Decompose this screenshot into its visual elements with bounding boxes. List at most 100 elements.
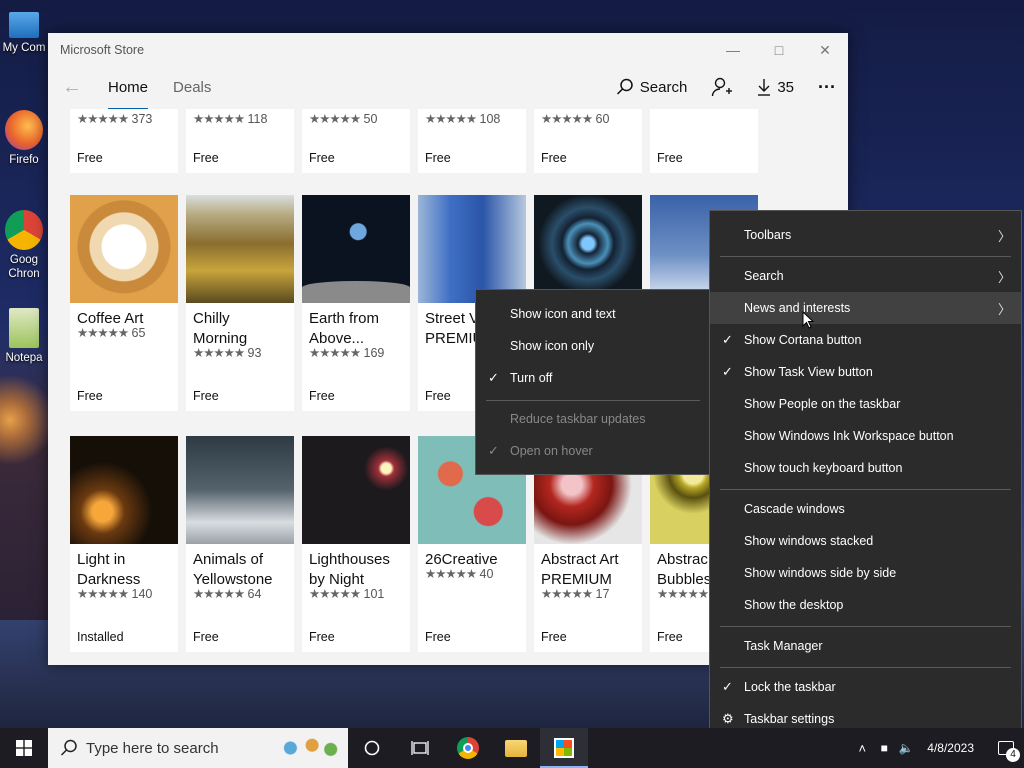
menu-item-toolbars[interactable]: Toolbars 〉 [710,219,1021,251]
app-price: Free [657,630,683,644]
checkmark-icon: ✓ [722,364,733,379]
task-view-icon [411,741,429,755]
chrome-icon [457,737,479,759]
menu-item-turn-off[interactable]: ✓ Turn off [476,362,710,394]
taskbar-file-explorer[interactable] [492,728,540,768]
app-card-coffee-art[interactable]: Coffee Art ★★★★★ 65 Free [70,195,178,411]
star-rating-icon: ★★★★★ [309,112,361,126]
menu-item-label: Search [744,269,784,283]
app-rating: ★★★★★ 93 [186,343,294,360]
menu-item-show-people[interactable]: Show People on the taskbar [710,388,1021,420]
network-icon[interactable]: ■ [873,741,895,755]
tab-home[interactable]: Home [108,71,149,110]
menu-separator [720,626,1011,627]
menu-item-label: Reduce taskbar updates [510,412,646,426]
menu-item-cascade-windows[interactable]: Cascade windows [710,493,1021,525]
app-card-light-in-darkness[interactable]: Light in Darkness ★★★★★ 140 Installed [70,436,178,652]
menu-item-show-icon-only[interactable]: Show icon only [476,330,710,362]
start-button[interactable] [0,728,48,768]
taskbar-date[interactable]: 4/8/2023 [917,741,988,755]
menu-item-show-cortana-button[interactable]: ✓ Show Cortana button [710,324,1021,356]
app-card[interactable]: ★★★★★ 118 Free [186,109,294,173]
app-card[interactable]: ★★★★★ 60 Free [534,109,642,173]
chevron-right-icon: 〉 [997,301,1011,317]
menu-item-label: Show touch keyboard button [744,461,903,475]
star-rating-icon: ★★★★★ [425,112,477,126]
menu-item-show-the-desktop[interactable]: Show the desktop [710,589,1021,621]
chevron-right-icon: 〉 [997,269,1011,285]
menu-item-label: Open on hover [510,444,593,458]
desktop-icon-notepad[interactable]: Notepa [0,308,48,365]
menu-item-label: News and interests [744,301,851,315]
menu-item-label: Taskbar settings [744,712,835,726]
app-card[interactable]: ★★★★★ 108 Free [418,109,526,173]
desktop-icon-chrome[interactable]: Goog Chron [0,210,48,281]
menu-item-show-task-view-button[interactable]: ✓ Show Task View button [710,356,1021,388]
app-rating: ★★★★★ 40 [418,564,526,581]
star-rating-icon: ★★★★★ [541,587,593,601]
star-rating-icon: ★★★★★ [193,346,245,360]
menu-item-lock-the-taskbar[interactable]: ✓ Lock the taskbar [710,671,1021,703]
more-options-button[interactable]: ··· [818,77,836,98]
menu-item-show-touch-keyboard[interactable]: Show touch keyboard button [710,452,1021,484]
maximize-button[interactable]: □ [756,33,802,67]
add-user-icon [712,77,733,97]
star-rating-icon: ★★★★★ [309,587,361,601]
menu-item-label: Show icon only [510,339,595,353]
menu-item-show-windows-stacked[interactable]: Show windows stacked [710,525,1021,557]
rating-count: 40 [479,567,494,581]
app-card[interactable]: ★★★★★ 373 Free [70,109,178,173]
menu-separator [720,489,1011,490]
back-arrow-icon[interactable]: ← [62,76,86,99]
menu-item-label: Show People on the taskbar [744,397,901,411]
account-button[interactable] [711,77,733,97]
menu-item-news-and-interests[interactable]: News and interests 〉 [710,292,1021,324]
folder-icon [505,739,527,757]
menu-item-show-windows-ink[interactable]: Show Windows Ink Workspace button [710,420,1021,452]
app-price: Free [309,389,335,403]
app-price: Free [541,151,567,165]
search-button[interactable]: Search [616,78,687,96]
minimize-button[interactable]: — [710,33,756,67]
menu-item-task-manager[interactable]: Task Manager [710,630,1021,662]
star-rating-icon: ★★★★★ [541,112,593,126]
rating-count: 140 [131,587,153,601]
cortana-button[interactable] [348,728,396,768]
menu-item-show-windows-side-by-side[interactable]: Show windows side by side [710,557,1021,589]
checkmark-icon: ✓ [488,370,499,385]
app-price: Free [77,389,103,403]
mouse-cursor-icon [802,311,814,329]
desktop-icon-my-computer[interactable]: My Com [0,10,48,55]
menu-item-label: Turn off [510,371,553,385]
app-rating: ★★★★★ 65 [70,323,178,340]
app-price: Free [193,389,219,403]
app-rating: ★★★★★ 373 [70,109,178,126]
notification-center-button[interactable]: 4 [988,728,1024,768]
system-tray: ˄ ■ 🔈 4/8/2023 4 [851,728,1024,768]
star-rating-icon: ★★★★★ [77,326,129,340]
chevron-up-icon[interactable]: ˄ [851,741,873,756]
taskbar-search-box[interactable]: Type here to search [48,728,348,768]
app-thumbnail [302,436,410,544]
task-view-button[interactable] [396,728,444,768]
close-button[interactable]: ✕ [802,33,848,67]
app-card-lighthouses-by-night[interactable]: Lighthouses by Night ★★★★★ 101 Free [302,436,410,652]
app-card[interactable]: Free [650,109,758,173]
desktop-icon-firefox[interactable]: Firefo [0,110,48,167]
volume-icon[interactable]: 🔈 [895,741,917,755]
menu-item-show-icon-and-text[interactable]: Show icon and text [476,298,710,330]
menu-item-label: Show windows side by side [744,566,897,580]
tab-deals[interactable]: Deals [173,71,211,104]
menu-item-search[interactable]: Search 〉 [710,260,1021,292]
app-card-earth-from-above[interactable]: Earth from Above... ★★★★★ 169 Free [302,195,410,411]
checkmark-icon: ✓ [488,443,499,458]
downloads-button[interactable]: 35 [757,78,794,96]
app-card[interactable]: ★★★★★ 50 Free [302,109,410,173]
star-rating-icon: ★★★★★ [425,567,477,581]
app-card-chilly-morning[interactable]: Chilly Morning ★★★★★ 93 Free [186,195,294,411]
app-card-animals-of-yellowstone[interactable]: Animals of Yellowstone ★★★★★ 64 Free [186,436,294,652]
taskbar-chrome[interactable] [444,728,492,768]
taskbar-microsoft-store[interactable] [540,728,588,768]
search-icon [616,78,633,95]
window-title: Microsoft Store [60,43,145,57]
